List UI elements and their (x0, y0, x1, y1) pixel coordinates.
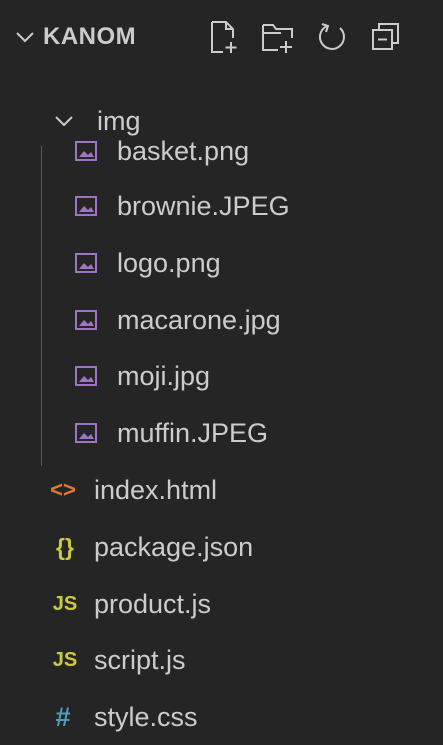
file-label: logo.png (117, 247, 221, 278)
folder-title[interactable]: KANOM (43, 0, 136, 74)
file-label: basket.png (117, 135, 250, 166)
list-item[interactable]: JS script.js (0, 632, 443, 688)
json-file-icon: {} (56, 533, 74, 560)
html-file-icon: <> (50, 477, 76, 502)
file-label: macarone.jpg (117, 304, 281, 335)
file-label: index.html (94, 474, 218, 505)
refresh-icon[interactable] (313, 18, 351, 56)
image-file-icon (75, 366, 97, 386)
new-folder-icon[interactable] (259, 18, 297, 56)
file-label: muffin.JPEG (117, 417, 269, 448)
list-item[interactable]: macarone.jpg (0, 292, 443, 348)
js-file-icon: JS (52, 592, 78, 615)
image-file-icon (75, 253, 97, 273)
file-label: moji.jpg (117, 360, 211, 391)
list-item[interactable]: {} package.json (0, 519, 443, 575)
image-file-icon (75, 310, 97, 330)
header-actions (205, 18, 421, 56)
css-file-icon: # (55, 701, 71, 732)
list-item[interactable]: # style.css (0, 689, 443, 745)
list-item[interactable]: moji.jpg (0, 348, 443, 404)
file-label: product.js (94, 588, 212, 619)
list-item[interactable]: muffin.JPEG (0, 405, 443, 461)
file-explorer: KANOM img basket.png brownie.JPEG logo.p… (0, 0, 443, 745)
list-item[interactable]: <> index.html (0, 462, 443, 518)
file-label: brownie.JPEG (117, 190, 290, 221)
list-item[interactable]: basket.png (0, 123, 443, 179)
collapse-all-icon[interactable] (367, 18, 405, 56)
image-file-icon (75, 423, 97, 443)
file-label: package.json (94, 531, 254, 562)
file-label: style.css (94, 701, 198, 732)
file-label: script.js (94, 644, 186, 675)
list-item[interactable]: logo.png (0, 235, 443, 291)
list-item[interactable]: brownie.JPEG (0, 178, 443, 234)
image-file-icon (75, 141, 97, 161)
image-file-icon (75, 196, 97, 216)
list-item[interactable]: JS product.js (0, 576, 443, 632)
js-file-icon: JS (52, 648, 78, 671)
explorer-header[interactable]: KANOM (0, 0, 443, 74)
new-file-icon[interactable] (205, 18, 243, 56)
chevron-down-icon[interactable] (14, 26, 36, 48)
